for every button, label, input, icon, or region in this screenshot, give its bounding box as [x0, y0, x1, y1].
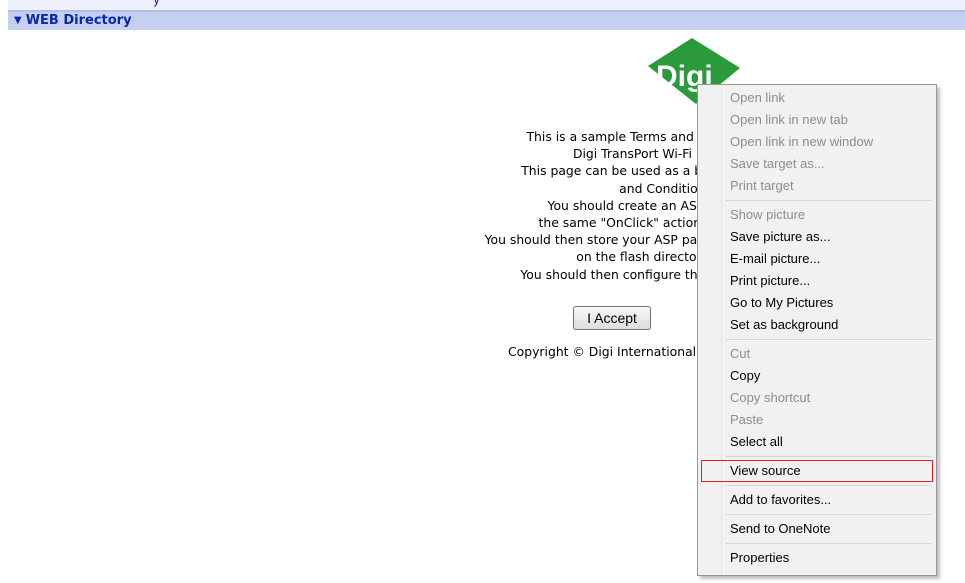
menu-item-send-to-onenote[interactable]: Send to OneNote	[701, 518, 933, 540]
web-directory-title[interactable]: WEB Directory	[26, 12, 132, 30]
menu-item-show-picture[interactable]: Show picture	[701, 204, 933, 226]
web-directory-header[interactable]: ▼ WEB Directory	[8, 12, 965, 30]
menu-item-set-as-background[interactable]: Set as background	[701, 314, 933, 336]
menu-item-open-link-in-new-window[interactable]: Open link in new window	[701, 131, 933, 153]
menu-item-add-to-favorites[interactable]: Add to favorites...	[701, 489, 933, 511]
menu-item-copy-shortcut[interactable]: Copy shortcut	[701, 387, 933, 409]
menu-separator	[726, 200, 932, 201]
menu-item-properties[interactable]: Properties	[701, 547, 933, 569]
page: y ▼ WEB Directory Digi This is a sample …	[0, 0, 965, 583]
menu-item-e-mail-picture[interactable]: E-mail picture...	[701, 248, 933, 270]
collapse-arrow-icon[interactable]: ▼	[14, 12, 22, 30]
menu-item-copy[interactable]: Copy	[701, 365, 933, 387]
top-fragment-text: y	[153, 0, 161, 7]
menu-separator	[726, 485, 932, 486]
menu-item-select-all[interactable]: Select all	[701, 431, 933, 453]
menu-item-open-link[interactable]: Open link	[701, 87, 933, 109]
menu-item-save-picture-as[interactable]: Save picture as...	[701, 226, 933, 248]
menu-item-cut[interactable]: Cut	[701, 343, 933, 365]
menu-item-open-link-in-new-tab[interactable]: Open link in new tab	[701, 109, 933, 131]
context-menu: Open link Open link in new tab Open link i…	[697, 84, 937, 576]
menu-separator	[726, 514, 932, 515]
menu-item-save-target-as[interactable]: Save target as...	[701, 153, 933, 175]
menu-item-print-picture[interactable]: Print picture...	[701, 270, 933, 292]
menu-item-view-source[interactable]: View source	[701, 460, 933, 482]
copyright-text: Copyright © Digi International Inc.	[508, 344, 723, 359]
menu-item-print-target[interactable]: Print target	[701, 175, 933, 197]
top-strip: y	[8, 0, 965, 12]
menu-separator	[726, 339, 932, 340]
menu-separator	[726, 543, 932, 544]
menu-item-go-to-my-pictures[interactable]: Go to My Pictures	[701, 292, 933, 314]
i-accept-button[interactable]: I Accept	[573, 306, 651, 330]
menu-separator	[726, 456, 932, 457]
menu-item-paste[interactable]: Paste	[701, 409, 933, 431]
